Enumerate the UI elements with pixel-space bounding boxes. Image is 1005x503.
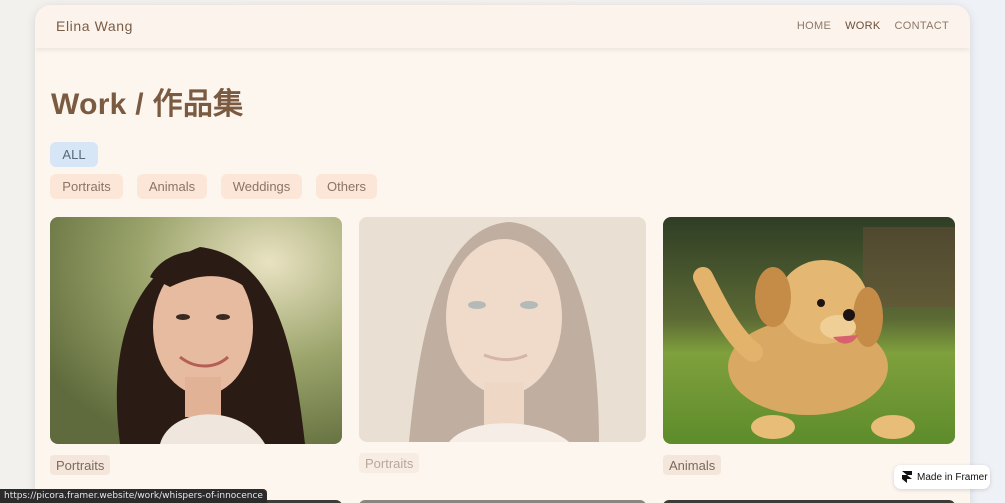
made-in-framer-badge[interactable]: Made in Framer bbox=[894, 465, 990, 489]
framer-badge-label: Made in Framer bbox=[917, 471, 988, 483]
category-tag: Portraits bbox=[359, 453, 420, 473]
filter-portraits[interactable]: Portraits bbox=[50, 174, 123, 199]
gallery-card-portrait-1[interactable] bbox=[50, 217, 342, 444]
nav-work[interactable]: WORK bbox=[845, 20, 880, 32]
portrait-photo bbox=[359, 217, 646, 442]
top-navigation: Elina Wang HOME WORK CONTACT bbox=[35, 5, 970, 48]
filter-animals[interactable]: Animals bbox=[137, 174, 207, 199]
nav-home[interactable]: HOME bbox=[797, 20, 831, 32]
gallery-card-portrait-2[interactable] bbox=[359, 217, 646, 442]
link-status-url: https://picora.framer.website/work/whisp… bbox=[0, 489, 267, 503]
filter-others[interactable]: Others bbox=[316, 174, 377, 199]
category-tag: Animals bbox=[663, 455, 722, 475]
browser-frame: Elina Wang HOME WORK CONTACT Work / 作品集 … bbox=[35, 5, 970, 503]
category-tag: Portraits bbox=[50, 455, 111, 475]
nav-links: HOME WORK CONTACT bbox=[797, 20, 949, 32]
portrait-photo bbox=[50, 217, 342, 444]
framer-logo-icon bbox=[902, 471, 912, 483]
puppy-photo bbox=[663, 217, 955, 444]
filter-all[interactable]: ALL bbox=[50, 142, 98, 167]
filter-weddings[interactable]: Weddings bbox=[221, 174, 302, 199]
brand-name[interactable]: Elina Wang bbox=[56, 18, 133, 34]
page-title: Work / 作品集 bbox=[51, 88, 244, 121]
gallery-card-animal-1[interactable] bbox=[663, 217, 955, 444]
nav-contact[interactable]: CONTACT bbox=[895, 20, 949, 32]
